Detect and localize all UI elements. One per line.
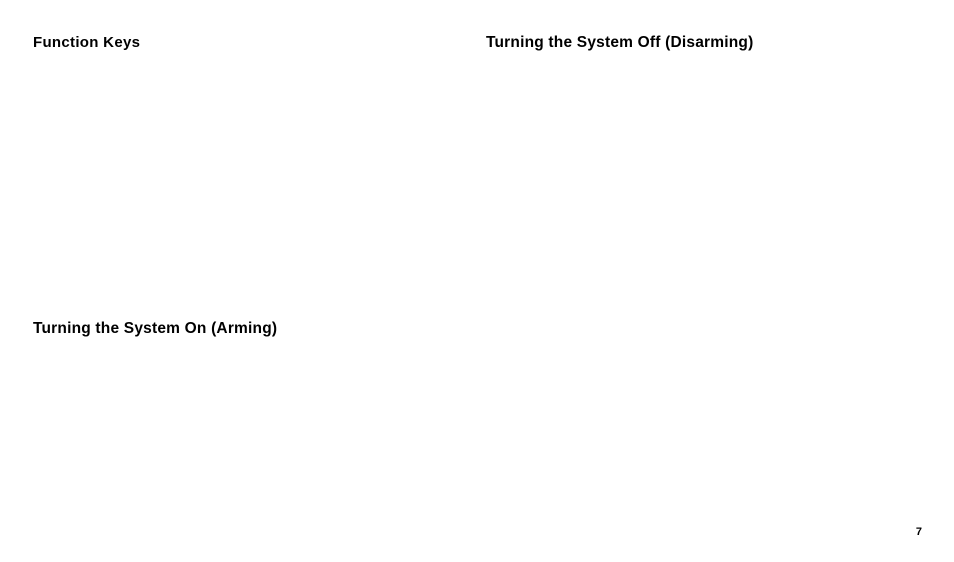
heading-disarming: Turning the System Off (Disarming)	[486, 34, 753, 52]
page-number: 7	[916, 526, 922, 538]
heading-function-keys: Function Keys	[33, 34, 140, 51]
heading-arming: Turning the System On (Arming)	[33, 320, 277, 338]
